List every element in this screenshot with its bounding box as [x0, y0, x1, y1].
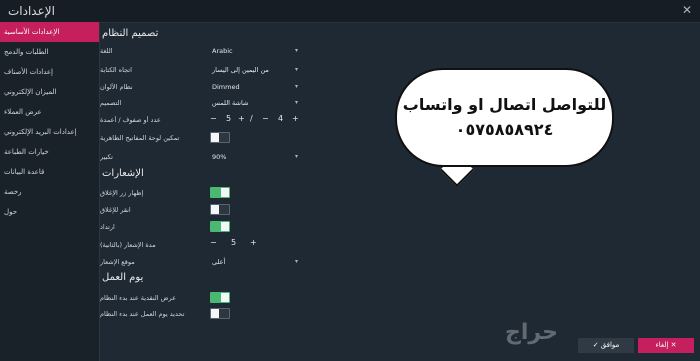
chevron-down-icon: ▾: [294, 99, 298, 106]
sidebar-item-electronic-scale[interactable]: الميزان الإلكتروني: [0, 82, 99, 102]
sidebar-item-print-options[interactable]: خيارات الطباعة: [0, 142, 99, 162]
settings-content: تصميم النظام اللغة Arabic ▾ اتجاه الكتاب…: [100, 22, 700, 361]
chevron-down-icon: ▾: [294, 258, 298, 265]
close-icon[interactable]: ✕: [682, 3, 692, 17]
duration-stepper: − 5 +: [210, 238, 260, 250]
sidebar-item-orders-merge[interactable]: الطلبات والدمج: [0, 42, 99, 62]
chevron-down-icon: ▾: [294, 66, 298, 73]
sound-label: ارتداد: [100, 223, 115, 231]
sidebar-item-email-settings[interactable]: إعدادات البريد الإلكتروني: [0, 122, 99, 142]
duration-label: مدة الإشعار (بالثانية): [100, 241, 156, 249]
toggle-knob: [221, 293, 229, 302]
sidebar-item-customer-display[interactable]: عرض العملاء: [0, 102, 99, 122]
window-title: الإعدادات: [8, 4, 55, 18]
toggle-knob: [211, 309, 219, 318]
ok-button[interactable]: ✓ موافق: [578, 338, 634, 353]
duration-plus-button[interactable]: +: [250, 238, 257, 247]
rows-columns-separator: /: [250, 114, 253, 123]
language-select[interactable]: Arabic ▾: [210, 45, 300, 57]
position-select[interactable]: أعلى ▾: [210, 256, 300, 268]
work-day-heading: يوم العمل: [102, 272, 144, 283]
sound-toggle[interactable]: [210, 221, 230, 232]
title-bar: الإعدادات ✕: [0, 0, 700, 23]
notifications-heading: الإشعارات: [102, 168, 144, 179]
toggle-knob: [221, 222, 229, 231]
chevron-down-icon: ▾: [294, 153, 298, 160]
contact-speech-bubble: للتواصل اتصال او واتساب ٠٥٧٥٨٥٨٩٢٤: [395, 68, 614, 167]
rows-minus-button[interactable]: −: [210, 114, 217, 123]
language-value: Arabic: [212, 47, 233, 55]
show-close-toggle[interactable]: [210, 187, 230, 198]
sidebar-item-database[interactable]: قاعدة البيانات: [0, 162, 99, 182]
duration-minus-button[interactable]: −: [210, 238, 217, 247]
writing-direction-label: اتجاه الكتابة: [100, 66, 132, 74]
rows-columns-label: عدد أو صفوف / أعمدة: [100, 116, 161, 124]
close-notification-toggle[interactable]: [210, 204, 230, 215]
show-cash-label: عرض النقدية عند بدء النظام: [100, 294, 176, 302]
rows-columns-stepper: − 5 + / − 4 +: [210, 114, 300, 126]
zoom-label: تكبير: [100, 153, 113, 161]
system-design-heading: تصميم النظام: [102, 28, 159, 39]
zoom-value: 90%: [212, 153, 227, 161]
haraj-watermark: حراج: [505, 320, 558, 345]
design-value: شاشة اللمس: [212, 99, 249, 107]
virtual-keyboard-toggle[interactable]: [210, 132, 230, 143]
columns-plus-button[interactable]: +: [292, 114, 299, 123]
chevron-down-icon: ▾: [294, 47, 298, 54]
contact-text: للتواصل اتصال او واتساب: [402, 95, 607, 114]
sidebar-item-basic-settings[interactable]: الإعدادات الأساسية: [0, 22, 99, 42]
virtual-keyboard-label: تمكين لوحة المفاتيح الظاهرية: [100, 134, 180, 142]
rows-value: 5: [226, 114, 232, 123]
settings-sidebar: الإعدادات الأساسية الطلبات والدمج إعدادا…: [0, 22, 100, 361]
color-system-value: Dimmed: [212, 83, 240, 91]
show-close-label: إظهار زر الإغلاق: [100, 189, 144, 197]
duration-value: 5: [231, 238, 237, 247]
set-work-day-toggle[interactable]: [210, 308, 230, 319]
close-notification-label: انقر للإغلاق: [100, 206, 131, 214]
contact-phone: ٠٥٧٥٨٥٨٩٢٤: [455, 120, 554, 139]
show-cash-toggle[interactable]: [210, 292, 230, 303]
position-label: موقع الإشعار: [100, 258, 135, 266]
sidebar-item-license[interactable]: رخصة: [0, 182, 99, 202]
columns-minus-button[interactable]: −: [262, 114, 269, 123]
color-system-select[interactable]: Dimmed ▾: [210, 81, 300, 93]
writing-direction-value: من اليمين إلى اليسار: [212, 66, 269, 74]
zoom-select[interactable]: 90% ▾: [210, 151, 300, 163]
toggle-knob: [211, 205, 219, 214]
sidebar-item-item-settings[interactable]: إعدادات الأصناف: [0, 62, 99, 82]
position-value: أعلى: [212, 258, 226, 266]
toggle-knob: [211, 133, 219, 142]
color-system-label: نظام الألوان: [100, 83, 133, 91]
cancel-button[interactable]: إلغاء ✕: [638, 338, 694, 353]
columns-value: 4: [278, 114, 284, 123]
design-select[interactable]: شاشة اللمس ▾: [210, 97, 300, 109]
chevron-down-icon: ▾: [294, 83, 298, 90]
design-label: التصميم: [100, 99, 122, 107]
writing-direction-select[interactable]: من اليمين إلى اليسار ▾: [210, 64, 300, 76]
rows-plus-button[interactable]: +: [238, 114, 245, 123]
toggle-knob: [221, 188, 229, 197]
sidebar-item-about[interactable]: حول: [0, 202, 99, 222]
language-label: اللغة: [100, 47, 113, 55]
set-work-day-label: تحديد يوم العمل عند بدء النظام: [100, 310, 185, 318]
